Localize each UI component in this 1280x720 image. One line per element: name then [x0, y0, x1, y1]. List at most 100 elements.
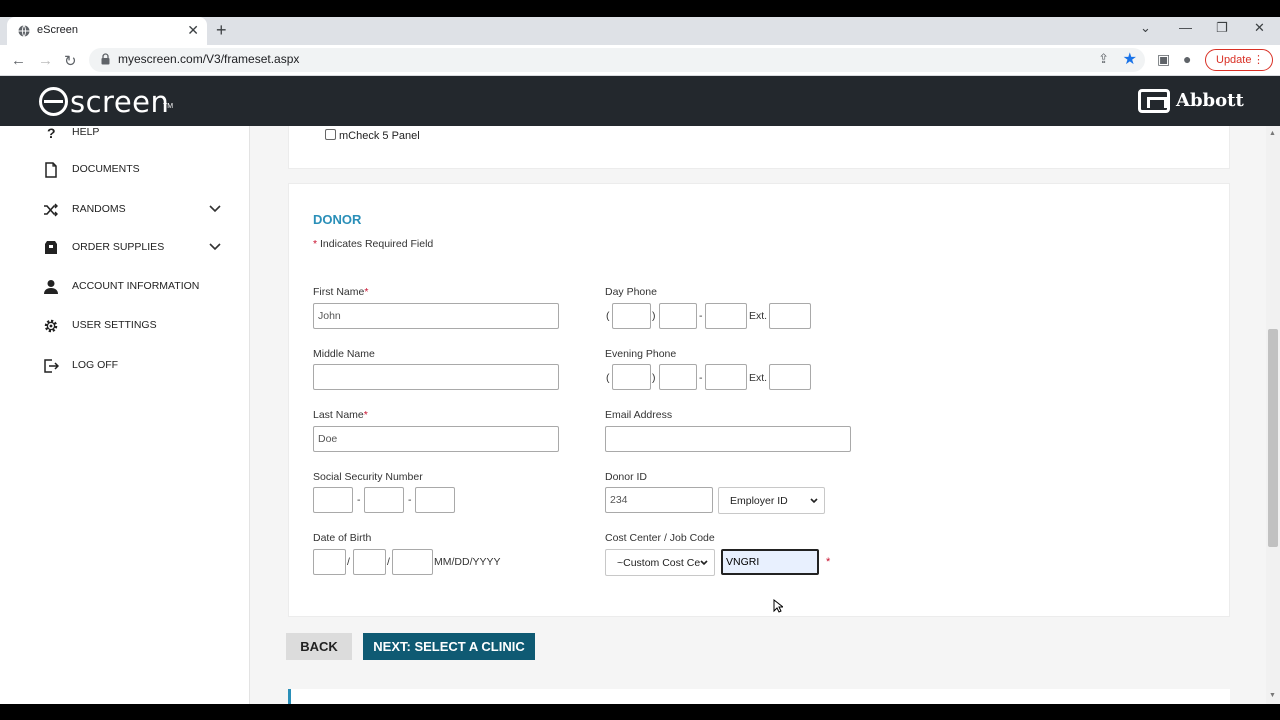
- required-note: * Indicates Required Field: [313, 238, 433, 250]
- next-select-clinic-button[interactable]: NEXT: SELECT A CLINIC: [363, 633, 535, 660]
- required-asterisk: *: [313, 238, 318, 250]
- side-panel-icon[interactable]: ▣: [1157, 51, 1170, 68]
- dob-day-input[interactable]: [353, 549, 386, 575]
- page-content: ? HELP DOCUMENTS RANDOMS ORDER SUPPLIES …: [0, 126, 1266, 704]
- dob-year-input[interactable]: [392, 549, 433, 575]
- sidebar-item-label: ACCOUNT INFORMATION: [72, 280, 200, 292]
- donor-id-input[interactable]: 234: [605, 487, 713, 513]
- required-asterisk: *: [826, 556, 831, 568]
- close-window-icon[interactable]: ✕: [1254, 20, 1265, 36]
- cost-center-select[interactable]: ~Custom Cost Ce: [605, 549, 715, 576]
- mcheck-checkbox[interactable]: [325, 129, 336, 140]
- page-scrollbar[interactable]: ▲ ▼: [1266, 126, 1280, 704]
- user-icon: [44, 280, 58, 294]
- required-note-text: Indicates Required Field: [320, 238, 434, 250]
- dropdown-arrow-icon: [810, 498, 818, 504]
- back-arrow-icon[interactable]: ←: [11, 52, 26, 69]
- sidebar-item-label: RANDOMS: [72, 203, 126, 215]
- forward-arrow-icon[interactable]: →: [38, 52, 53, 69]
- last-name-label: Last Name*: [313, 409, 368, 421]
- chevron-down-icon[interactable]: [208, 240, 222, 254]
- evening-phone-label: Evening Phone: [605, 348, 677, 360]
- profile-icon[interactable]: ●: [1183, 51, 1191, 67]
- tab-search-icon[interactable]: ⌄: [1140, 20, 1151, 36]
- donor-id-label: Donor ID: [605, 471, 648, 483]
- ext-label: Ext.: [749, 310, 768, 322]
- bookmark-star-icon[interactable]: ★: [1123, 49, 1137, 69]
- shuffle-icon: [44, 203, 58, 217]
- dob-label: Date of Birth: [313, 532, 372, 544]
- scroll-up-icon[interactable]: ▲: [1269, 130, 1276, 137]
- dob-separator: /: [387, 556, 390, 568]
- close-tab-icon[interactable]: ✕: [187, 22, 199, 39]
- reload-icon[interactable]: ↻: [64, 52, 77, 70]
- chevron-down-icon[interactable]: [208, 202, 222, 216]
- middle-name-label: Middle Name: [313, 348, 375, 360]
- sidebar-item-help[interactable]: ? HELP: [40, 126, 240, 145]
- restore-icon[interactable]: ❐: [1216, 20, 1228, 36]
- app-header: screen TM Abbott: [0, 76, 1280, 126]
- dob-separator: /: [347, 556, 350, 568]
- evening-phone-area-input[interactable]: [612, 364, 651, 390]
- phone-paren-open: (: [606, 310, 610, 322]
- document-icon: [45, 162, 57, 178]
- sidebar-item-label: ORDER SUPPLIES: [72, 241, 165, 253]
- last-name-label-text: Last Name: [313, 409, 364, 421]
- first-name-label: First Name*: [313, 286, 368, 298]
- donor-id-type-select[interactable]: Employer ID: [718, 487, 825, 514]
- next-section-card: [288, 689, 1230, 704]
- sidebar-item-label: DOCUMENTS: [72, 163, 140, 175]
- sidebar-item-documents[interactable]: DOCUMENTS: [40, 160, 240, 182]
- address-bar[interactable]: myescreen.com/V3/frameset.aspx ⇪ ★: [89, 48, 1145, 72]
- email-input[interactable]: [605, 426, 851, 452]
- dob-month-input[interactable]: [313, 549, 346, 575]
- sidebar-item-label: HELP: [72, 126, 100, 138]
- tab-title: eScreen: [37, 24, 78, 36]
- email-label: Email Address: [605, 409, 673, 421]
- update-button[interactable]: Update ⋮: [1205, 49, 1273, 71]
- logo-e-bar: [44, 100, 63, 103]
- last-name-input[interactable]: Doe: [313, 426, 559, 452]
- menu-dots-icon: ⋮: [1253, 54, 1264, 66]
- share-icon[interactable]: ⇪: [1098, 51, 1109, 67]
- new-tab-icon[interactable]: +: [216, 20, 227, 41]
- day-phone-ext-input[interactable]: [769, 303, 811, 329]
- scrollbar-thumb[interactable]: [1268, 329, 1278, 547]
- ssn-part3-input[interactable]: [415, 487, 455, 513]
- job-code-input[interactable]: VNGRI: [721, 549, 819, 575]
- evening-phone-line-input[interactable]: [705, 364, 747, 390]
- evening-phone-prefix-input[interactable]: [659, 364, 697, 390]
- phone-paren-close: ): [652, 310, 656, 322]
- first-name-input[interactable]: John: [313, 303, 559, 329]
- day-phone-prefix-input[interactable]: [659, 303, 697, 329]
- sidebar-item-user-settings[interactable]: USER SETTINGS: [40, 316, 240, 338]
- required-asterisk: *: [363, 409, 368, 421]
- ssn-part1-input[interactable]: [313, 487, 353, 513]
- sidebar-item-log-off[interactable]: LOG OFF: [40, 356, 240, 378]
- required-asterisk: *: [364, 286, 369, 298]
- day-phone-area-input[interactable]: [612, 303, 651, 329]
- sidebar-item-account-information[interactable]: ACCOUNT INFORMATION: [40, 277, 240, 299]
- sidebar-item-randoms[interactable]: RANDOMS: [40, 200, 240, 222]
- sidebar: ? HELP DOCUMENTS RANDOMS ORDER SUPPLIES …: [0, 126, 250, 704]
- evening-phone-ext-input[interactable]: [769, 364, 811, 390]
- day-phone-label: Day Phone: [605, 286, 657, 298]
- cost-center-label: Cost Center / Job Code: [605, 532, 715, 544]
- phone-paren-open: (: [606, 372, 610, 384]
- lock-icon: [101, 53, 110, 65]
- screen: eScreen ✕ + ⌄ — ❐ ✕ ← → ↻ myescreen.com/…: [0, 0, 1280, 720]
- ssn-part2-input[interactable]: [364, 487, 404, 513]
- minimize-icon[interactable]: —: [1179, 20, 1192, 35]
- back-button[interactable]: BACK: [286, 633, 352, 660]
- cost-center-selected: ~Custom Cost Ce: [617, 557, 701, 569]
- phone-dash: -: [699, 372, 703, 384]
- sidebar-item-order-supplies[interactable]: ORDER SUPPLIES: [40, 238, 240, 260]
- logo-tm: TM: [163, 103, 174, 110]
- browser-tab[interactable]: eScreen ✕: [7, 17, 207, 45]
- scroll-down-icon[interactable]: ▼: [1269, 692, 1276, 699]
- dropdown-arrow-icon: [700, 560, 708, 566]
- ext-label: Ext.: [749, 372, 768, 384]
- middle-name-input[interactable]: [313, 364, 559, 390]
- day-phone-line-input[interactable]: [705, 303, 747, 329]
- box-icon: [45, 241, 57, 254]
